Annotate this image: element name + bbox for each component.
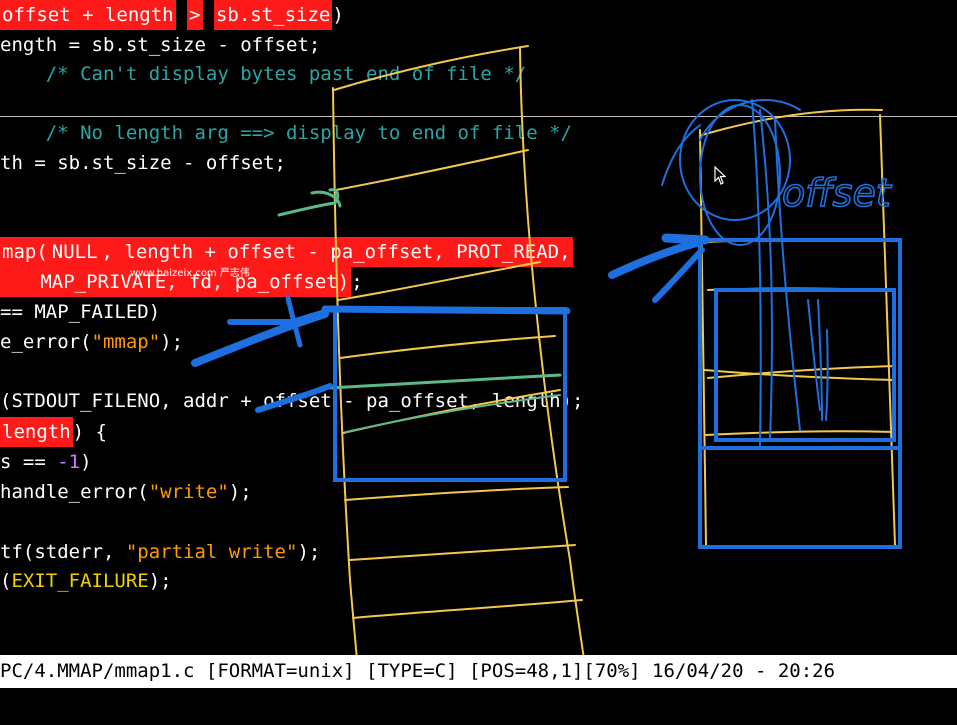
code-token: tf(stderr,: [0, 541, 126, 563]
code-token: handle_error(: [0, 481, 149, 503]
code-token: -1: [57, 451, 81, 473]
code-token: /* Can't display bytes past end of file …: [0, 63, 527, 85]
code-line: th = sb.st_size - offset;: [0, 148, 286, 178]
code-token: "write": [148, 481, 229, 503]
mouse-pointer-icon: [714, 166, 727, 185]
code-token: == MAP_FAILED): [0, 301, 161, 323]
code-token: EXIT_FAILURE: [11, 570, 149, 592]
code-token: );: [297, 541, 321, 563]
code-line: == MAP_FAILED): [0, 297, 160, 327]
code-token: );: [148, 570, 172, 592]
code-token: "partial write": [125, 541, 298, 563]
code-line: offset + length > sb.st_size): [0, 0, 344, 30]
bottom-padding: [0, 688, 957, 725]
code-token: e_error(: [0, 331, 92, 353]
code-token: , length + offset - pa_offset, PROT_READ…: [99, 237, 573, 267]
code-token: ): [80, 451, 92, 473]
code-token: th = sb.st_size - offset;: [0, 152, 286, 174]
code-token: sb.st_size: [213, 0, 333, 30]
code-line: map(NULL, length + offset - pa_offset, P…: [0, 237, 573, 267]
code-token: s ==: [0, 451, 58, 473]
code-line: s == -1): [0, 447, 92, 477]
code-token: map(: [0, 237, 50, 267]
code-token: offset + length: [0, 0, 176, 30]
code-token: ength = sb.st_size - offset;: [0, 34, 321, 56]
code-token: [0, 267, 39, 297]
code-editor[interactable]: offset + length > sb.st_size)ength = sb.…: [0, 0, 957, 655]
watermark: www.haizeix.com 严志伟: [130, 268, 250, 279]
code-line: (STDOUT_FILENO, addr + offset - pa_offse…: [0, 386, 583, 416]
code-token: ): [332, 4, 344, 26]
code-token: (STDOUT_FILENO, addr + offset - pa_offse…: [0, 390, 584, 412]
code-line: ength = sb.st_size - offset;: [0, 30, 320, 60]
code-line: (EXIT_FAILURE);: [0, 566, 172, 596]
code-token: "mmap": [91, 331, 161, 353]
code-token: NULL: [49, 237, 100, 267]
code-line: length) {: [0, 417, 107, 447]
code-token: ;: [351, 271, 363, 293]
code-token: (: [0, 570, 12, 592]
code-token: ) {: [72, 421, 107, 443]
code-token: /* No length arg ==> display to end of f…: [0, 122, 572, 144]
code-line: /* Can't display bytes past end of file …: [0, 59, 526, 89]
vim-status-bar: PC/4.MMAP/mmap1.c [FORMAT=unix] [TYPE=C]…: [0, 655, 957, 688]
code-line: /* No length arg ==> display to end of f…: [0, 118, 572, 148]
code-token: );: [160, 331, 184, 353]
code-token: length: [0, 417, 73, 447]
code-token: );: [228, 481, 252, 503]
code-line: e_error("mmap");: [0, 327, 183, 357]
code-token: >: [187, 0, 203, 30]
split-divider: [0, 116, 957, 117]
code-line: handle_error("write");: [0, 477, 252, 507]
code-line: tf(stderr, "partial write");: [0, 537, 320, 567]
